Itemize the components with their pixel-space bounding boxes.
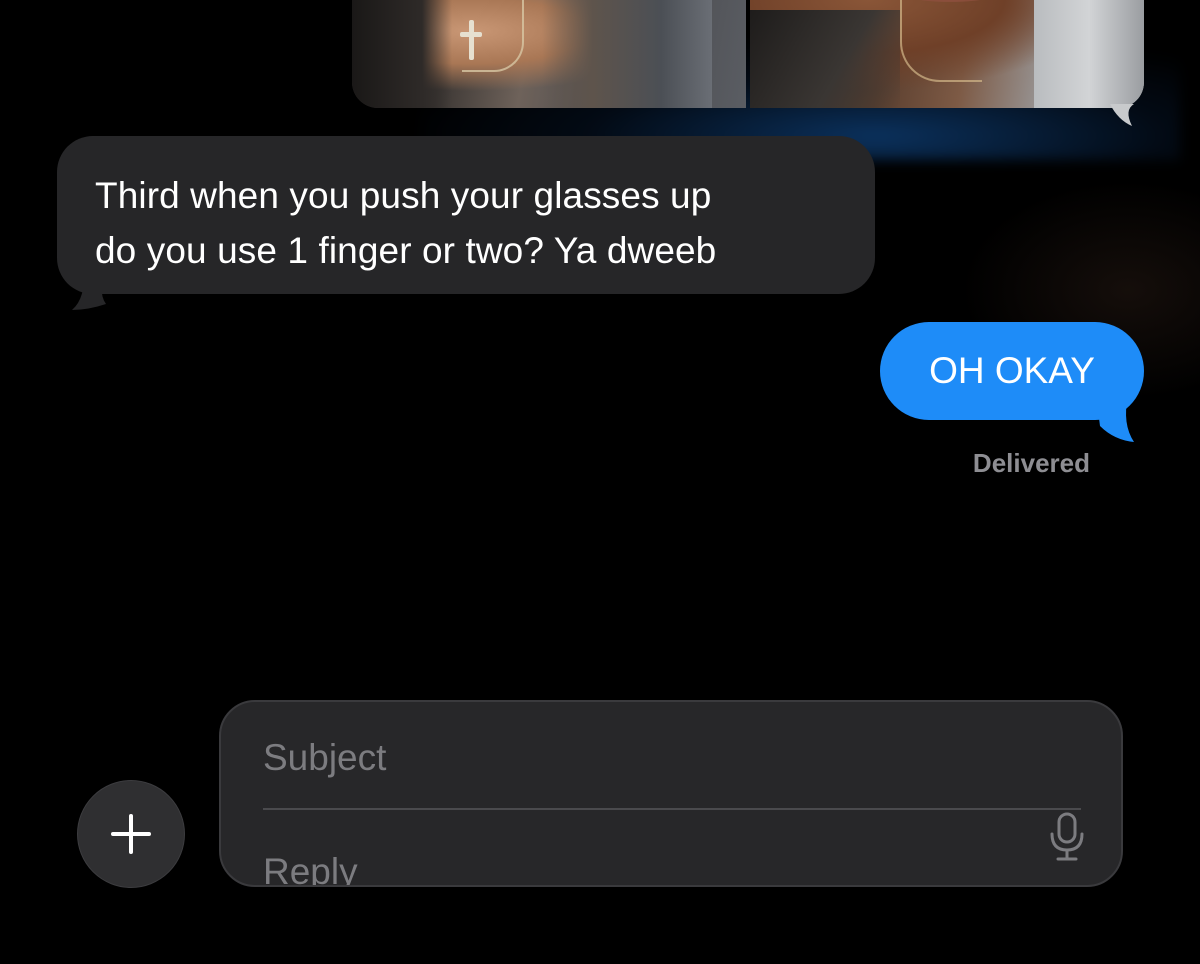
message-line: Third when you push your glasses up (95, 175, 712, 216)
photo-jacket-shape (352, 0, 452, 108)
plus-icon (111, 814, 151, 854)
photo-right[interactable] (750, 0, 1144, 108)
reply-input[interactable] (263, 842, 1023, 885)
messages-screen: Third when you push your glasses up do y… (0, 0, 1200, 964)
photo-jacket-shape (542, 0, 712, 108)
message-text: OH OKAY (929, 350, 1095, 391)
microphone-icon (1050, 812, 1084, 861)
photo-attachment[interactable] (352, 0, 1144, 108)
photo-necklace-shape (900, 0, 982, 82)
photo-cross-pendant (469, 20, 474, 60)
add-attachment-button[interactable] (77, 780, 185, 888)
dictation-button[interactable] (1047, 812, 1087, 862)
compose-divider (263, 808, 1081, 810)
photo-seat-shape (1034, 0, 1144, 108)
delivery-status: Delivered (972, 448, 1090, 478)
incoming-message-bubble[interactable]: Third when you push your glasses up do y… (57, 136, 875, 294)
subject-input[interactable] (263, 728, 1023, 788)
outgoing-bubble-tail (1096, 396, 1134, 442)
photo-bubble-tail (1110, 104, 1134, 126)
message-line: do you use 1 finger or two? Ya dweeb (95, 230, 717, 271)
photo-collar-shape (750, 10, 900, 108)
incoming-bubble-tail (72, 268, 110, 310)
compose-field[interactable] (219, 700, 1123, 887)
photo-left[interactable] (352, 0, 746, 108)
photo-cross-pendant (460, 32, 482, 37)
